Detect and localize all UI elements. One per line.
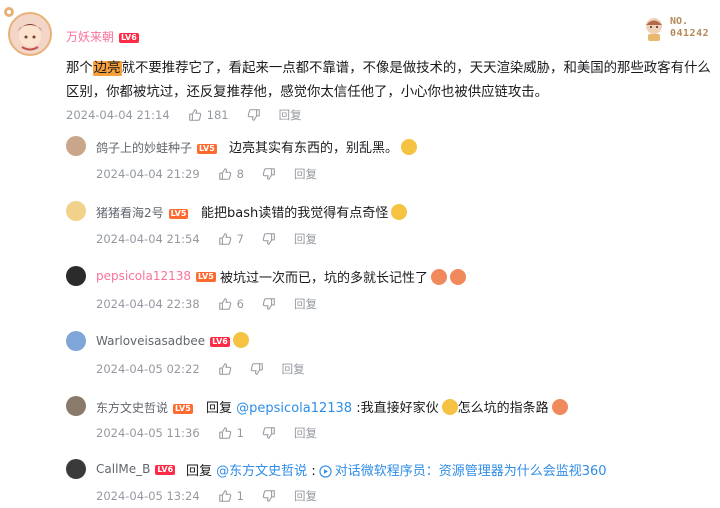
reply-username[interactable]: Warloveisasadbee LV6: [96, 334, 230, 348]
reply-meta: 2024-04-04 21:54 7 回复: [96, 231, 317, 247]
reply-button[interactable]: 回复: [294, 296, 317, 312]
search-highlight[interactable]: 边亮: [92, 61, 122, 76]
reply-content: 回复 @pepsicola12138 :我直接好家伙 怎么坑的指条路: [206, 397, 568, 416]
emoji-icon: [391, 204, 408, 220]
comment-content-line-2: 区别，你都被坑过，还反复推荐他，感觉你太信任他了，小心你也被供应链攻击。: [66, 85, 549, 100]
comment-meta: 2024-04-04 21:14 181 回复: [66, 107, 302, 123]
reply-username[interactable]: CallMe_B LV6: [96, 462, 176, 476]
level-badge: LV5: [173, 403, 193, 414]
username-text[interactable]: 万妖来朝: [66, 30, 114, 44]
fan-badge-number: 041242: [670, 28, 710, 39]
avatar[interactable]: [66, 331, 86, 351]
level-badge: LV5: [196, 271, 216, 282]
emoji-icon: [233, 332, 249, 348]
reply-meta: 2024-04-05 11:36 1 回复: [96, 425, 317, 441]
avatar[interactable]: [66, 266, 86, 286]
reply-button[interactable]: 回复: [294, 425, 317, 441]
reply-content: 回复 @东方文史哲说 : 对话微软程序员：资源管理器为什么会监视360: [186, 464, 607, 479]
reply-button[interactable]: 回复: [279, 107, 302, 123]
level-badge: LV6: [210, 336, 230, 347]
level-badge: LV6: [155, 464, 176, 475]
comment-content-line-1: 那个边亮就不要推荐它了，看起来一点都不靠谱，不像是做技术的，天天渲染威胁，和美国…: [66, 61, 711, 76]
level-badge: LV5: [168, 208, 189, 219]
thumb-down-icon[interactable]: [247, 108, 261, 122]
avatar[interactable]: [66, 136, 86, 156]
reply-username[interactable]: 猪猪看海2号 LV5: [96, 204, 189, 221]
reply-button[interactable]: 回复: [294, 488, 317, 504]
like-count: 7: [236, 232, 244, 246]
thumb-down-icon[interactable]: [262, 426, 276, 440]
thumb-up-icon[interactable]: [188, 108, 202, 122]
like-count: 181: [206, 108, 229, 122]
comment-time: 2024-04-04 21:14: [66, 108, 170, 122]
reply-content: 能把bash读错的我觉得有点奇怪: [201, 202, 408, 221]
avatar-pendant: [2, 4, 16, 18]
reply-content: [230, 332, 249, 349]
thumb-up-icon[interactable]: [218, 426, 232, 440]
thumb-down-icon[interactable]: [262, 232, 276, 246]
reply-meta: 2024-04-04 22:38 6 回复: [96, 296, 317, 312]
reply-username[interactable]: pepsicola12138 LV5: [96, 269, 216, 283]
like-count: 8: [236, 167, 244, 181]
level-badge: LV5: [197, 143, 217, 154]
reply-meta: 2024-04-05 02:22 回复: [96, 361, 305, 377]
reply-username[interactable]: 东方文史哲说 LV5: [96, 399, 193, 416]
reply-meta: 2024-04-04 21:29 8 回复: [96, 166, 317, 182]
thumb-up-icon[interactable]: [218, 167, 232, 181]
video-link[interactable]: 对话微软程序员：资源管理器为什么会监视360: [335, 464, 607, 479]
avatar[interactable]: [66, 459, 86, 479]
emoji-icon: [551, 399, 568, 415]
fan-badge-figure-icon: [646, 18, 662, 41]
emoji-icon: [450, 269, 467, 285]
level-badge: LV6: [119, 32, 139, 43]
reply-username[interactable]: 鸽子上的妙蛙种子 LV5: [96, 139, 217, 156]
reply-content: 边亮其实有东西的，别乱黑。: [229, 137, 418, 156]
thumb-up-icon[interactable]: [218, 362, 232, 376]
thumb-down-icon[interactable]: [262, 489, 276, 503]
like-count: 1: [236, 489, 244, 503]
reply-button[interactable]: 回复: [294, 166, 317, 182]
thumb-up-icon[interactable]: [218, 232, 232, 246]
thumb-up-icon[interactable]: [218, 297, 232, 311]
reply-content: 被坑过一次而已，坑的多就长记性了: [220, 267, 467, 286]
thumb-down-icon[interactable]: [262, 297, 276, 311]
reply-button[interactable]: 回复: [294, 231, 317, 247]
play-circle-icon[interactable]: [319, 465, 332, 478]
mention-link[interactable]: @pepsicola12138: [236, 401, 352, 416]
reply-meta: 2024-04-05 13:24 1 回复: [96, 488, 317, 504]
thumb-up-icon[interactable]: [218, 489, 232, 503]
like-count: 6: [236, 297, 244, 311]
emoji-icon: [431, 269, 448, 285]
emoji-icon: [401, 139, 418, 155]
thumb-down-icon[interactable]: [250, 362, 264, 376]
fan-badge: NO. 041242: [642, 14, 714, 44]
thumb-down-icon[interactable]: [262, 167, 276, 181]
reply-button[interactable]: 回复: [282, 361, 305, 377]
avatar[interactable]: [66, 201, 86, 221]
avatar[interactable]: [66, 396, 86, 416]
like-count: 1: [236, 426, 244, 440]
fan-badge-label: NO.: [670, 16, 689, 27]
emoji-icon: [441, 399, 458, 415]
mention-link[interactable]: @东方文史哲说: [216, 464, 307, 479]
comment-username[interactable]: 万妖来朝 LV6: [66, 28, 139, 45]
